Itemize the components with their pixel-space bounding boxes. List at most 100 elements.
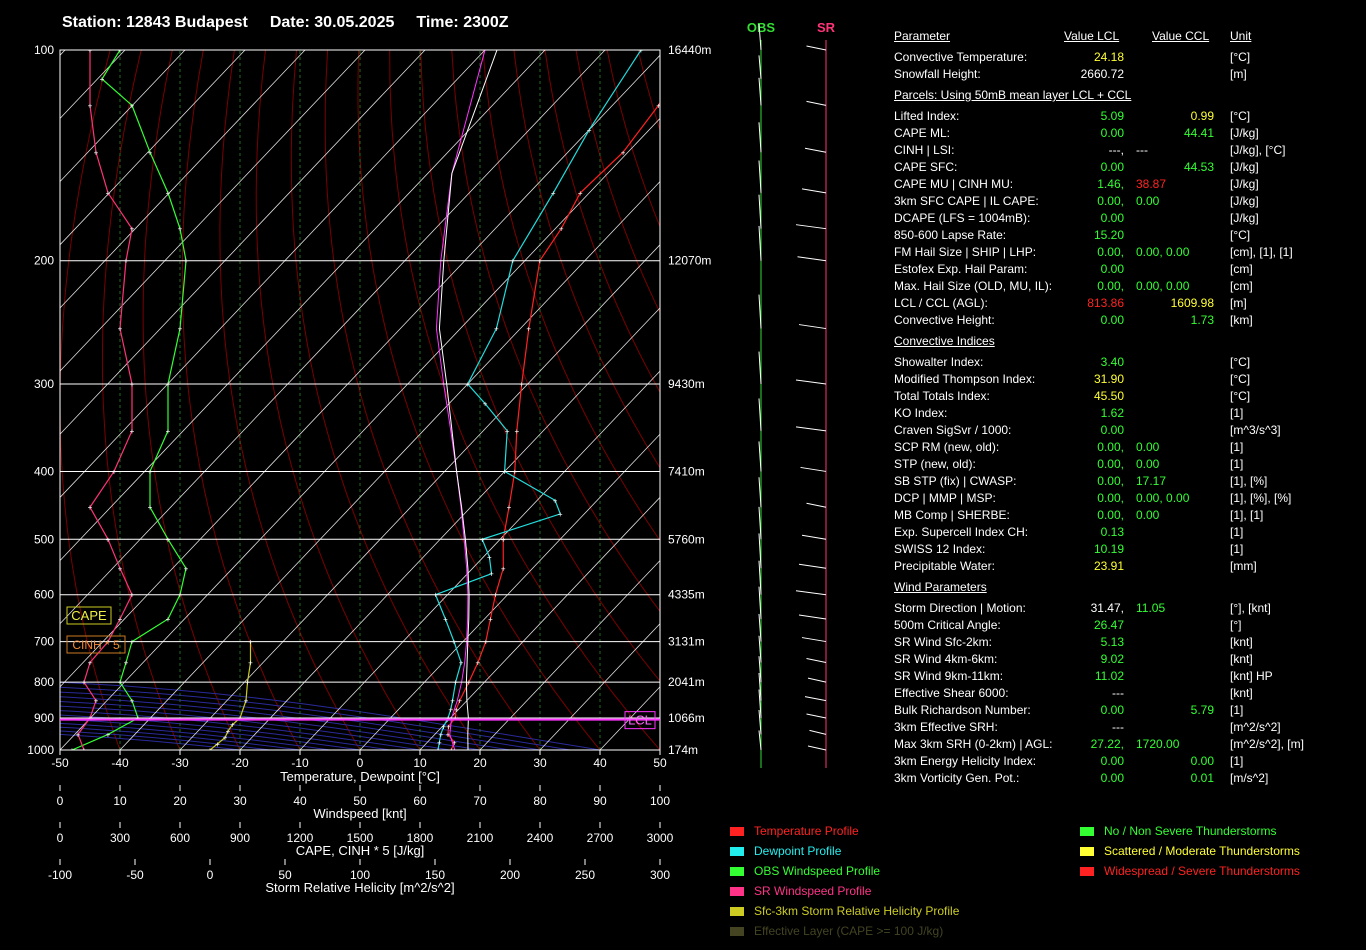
series-point: +: [448, 705, 453, 714]
obs-wind-barb: [758, 533, 762, 569]
series-point: +: [437, 738, 442, 747]
series-point: +: [553, 496, 558, 505]
axis2-tick-label: 300: [650, 868, 670, 882]
height-label: 1066m: [668, 711, 705, 725]
obs-wind-profile-marker: +: [130, 101, 135, 110]
pressure-tick-label: 900: [34, 711, 54, 725]
legend-item: Widespread / Severe Thunderstorms: [1080, 862, 1300, 880]
x-tick-label: 10: [413, 756, 427, 770]
obs-wind-barb: [758, 586, 762, 620]
series-point: +: [489, 570, 494, 579]
param-value-lcl: 45.50: [1093, 389, 1124, 403]
series-point: +: [558, 510, 563, 519]
param-value-lcl: 0.00,: [1097, 279, 1124, 293]
legend-item: SR Windspeed Profile: [730, 882, 871, 900]
lcl-label: LCL: [628, 713, 652, 728]
obs-wind-barb: [758, 294, 762, 329]
axis2-tick-label: 30: [233, 794, 247, 808]
series-point: +: [501, 564, 506, 573]
sr-wind-barb: [798, 324, 827, 330]
header-value-ccl: Value CCL: [1152, 29, 1210, 43]
obs-wind-profile-marker: +: [148, 503, 153, 512]
x-tick-label: -50: [51, 756, 69, 770]
param-value-extra: 0.00: [1136, 440, 1160, 454]
sr-wind-barb: [806, 658, 827, 664]
param-value-extra: 0.00: [1136, 194, 1160, 208]
axis2-tick-label: 2400: [527, 831, 554, 845]
sr-wind-profile-marker: +: [88, 101, 93, 110]
pressure-tick-label: 700: [34, 635, 54, 649]
param-value-lcl: 26.47: [1093, 618, 1124, 632]
param-value-lcl: ---,: [1108, 143, 1124, 157]
param-unit: [1]: [1230, 457, 1244, 471]
obs-wind-barb: [758, 225, 762, 261]
series-point: +: [494, 325, 499, 334]
obs-wind-profile-marker: +: [178, 225, 183, 234]
obs-wind-barb: [758, 194, 762, 229]
series-point: +: [450, 697, 455, 706]
skewt-diagram: ++++++++++++++++++++++++++++++++++++++++…: [27, 43, 720, 895]
axis2-tick-label: 10: [113, 794, 127, 808]
axis2-tick-label: 600: [170, 831, 190, 845]
obs-wind-profile-marker: +: [184, 564, 189, 573]
series-point: +: [587, 126, 592, 135]
axis2-tick-label: 0: [57, 794, 64, 808]
param-value-lcl: 0.00: [1100, 262, 1124, 276]
sr-wind-barb: [795, 590, 827, 596]
series-point: +: [476, 659, 481, 668]
param-unit: [°C]: [1230, 389, 1251, 403]
sr-wind-barb: [797, 256, 827, 262]
axis2-title: Storm Relative Helicity [m^2/s^2]: [265, 880, 454, 895]
param-unit: [m/s^2]: [1230, 771, 1269, 785]
dry-adiabat: [482, 50, 660, 542]
x-tick-label: 20: [473, 756, 487, 770]
series-point: +: [621, 148, 626, 157]
sr-wind-profile-marker: +: [130, 427, 135, 436]
obs-wind-barb: [758, 160, 762, 193]
section-title: Wind Parameters: [894, 580, 987, 594]
param-value-ccl: 0.00: [1190, 754, 1214, 768]
height-label: 3131m: [668, 635, 705, 649]
sr-wind-profile-marker: +: [94, 148, 99, 157]
header-unit: Unit: [1230, 29, 1252, 43]
series-line-2: [435, 50, 486, 750]
sr-wind-barb: [804, 696, 827, 702]
param-value-ccl: 1.73: [1190, 313, 1214, 327]
param-unit: [1]: [1230, 542, 1244, 556]
param-value-lcl: 27.22,: [1090, 737, 1124, 751]
param-value-lcl: 3.40: [1100, 355, 1124, 369]
obs-wind-profile-marker: +: [130, 697, 135, 706]
axis2-tick-label: 40: [293, 794, 307, 808]
section-title: Convective Indices: [894, 334, 995, 348]
obs-wind-barb: [758, 351, 762, 385]
pressure-tick-label: 300: [34, 377, 54, 391]
obs-wind-profile-marker: +: [148, 148, 153, 157]
param-unit: [mm]: [1230, 559, 1257, 573]
param-value-lcl: 0.00,: [1097, 194, 1124, 208]
legend-swatch: [730, 847, 744, 857]
legend-label: Dewpoint Profile: [754, 844, 842, 858]
obs-wind-barb: [758, 77, 762, 106]
sr-wind-profile-marker: +: [106, 189, 111, 198]
pressure-tick-label: 100: [34, 43, 54, 57]
legend-item: Dewpoint Profile: [730, 842, 841, 860]
obs-wind-barb: [758, 477, 762, 508]
dry-adiabat: [669, 50, 720, 765]
param-value-extra: ---: [1136, 143, 1148, 157]
cape-label: CAPE: [71, 608, 107, 623]
param-value-lcl: 1.46,: [1097, 177, 1124, 191]
isotherm: [60, 50, 66, 56]
helicity-profile-marker: +: [244, 697, 249, 706]
x-tick-label: 30: [533, 756, 547, 770]
height-label: 5760m: [668, 532, 705, 546]
param-unit: [knt]: [1230, 652, 1253, 666]
obs-wind-barb: [758, 656, 762, 683]
pressure-tick-label: 200: [34, 254, 54, 268]
sr-wind-profile-marker: +: [76, 730, 81, 739]
dry-adiabat: [544, 50, 660, 394]
legend-item: Temperature Profile: [730, 822, 859, 840]
obs-column-title: OBS: [747, 20, 776, 35]
sr-wind-profile-marker: +: [130, 225, 135, 234]
series-point: +: [488, 615, 493, 624]
series-point: +: [551, 189, 556, 198]
